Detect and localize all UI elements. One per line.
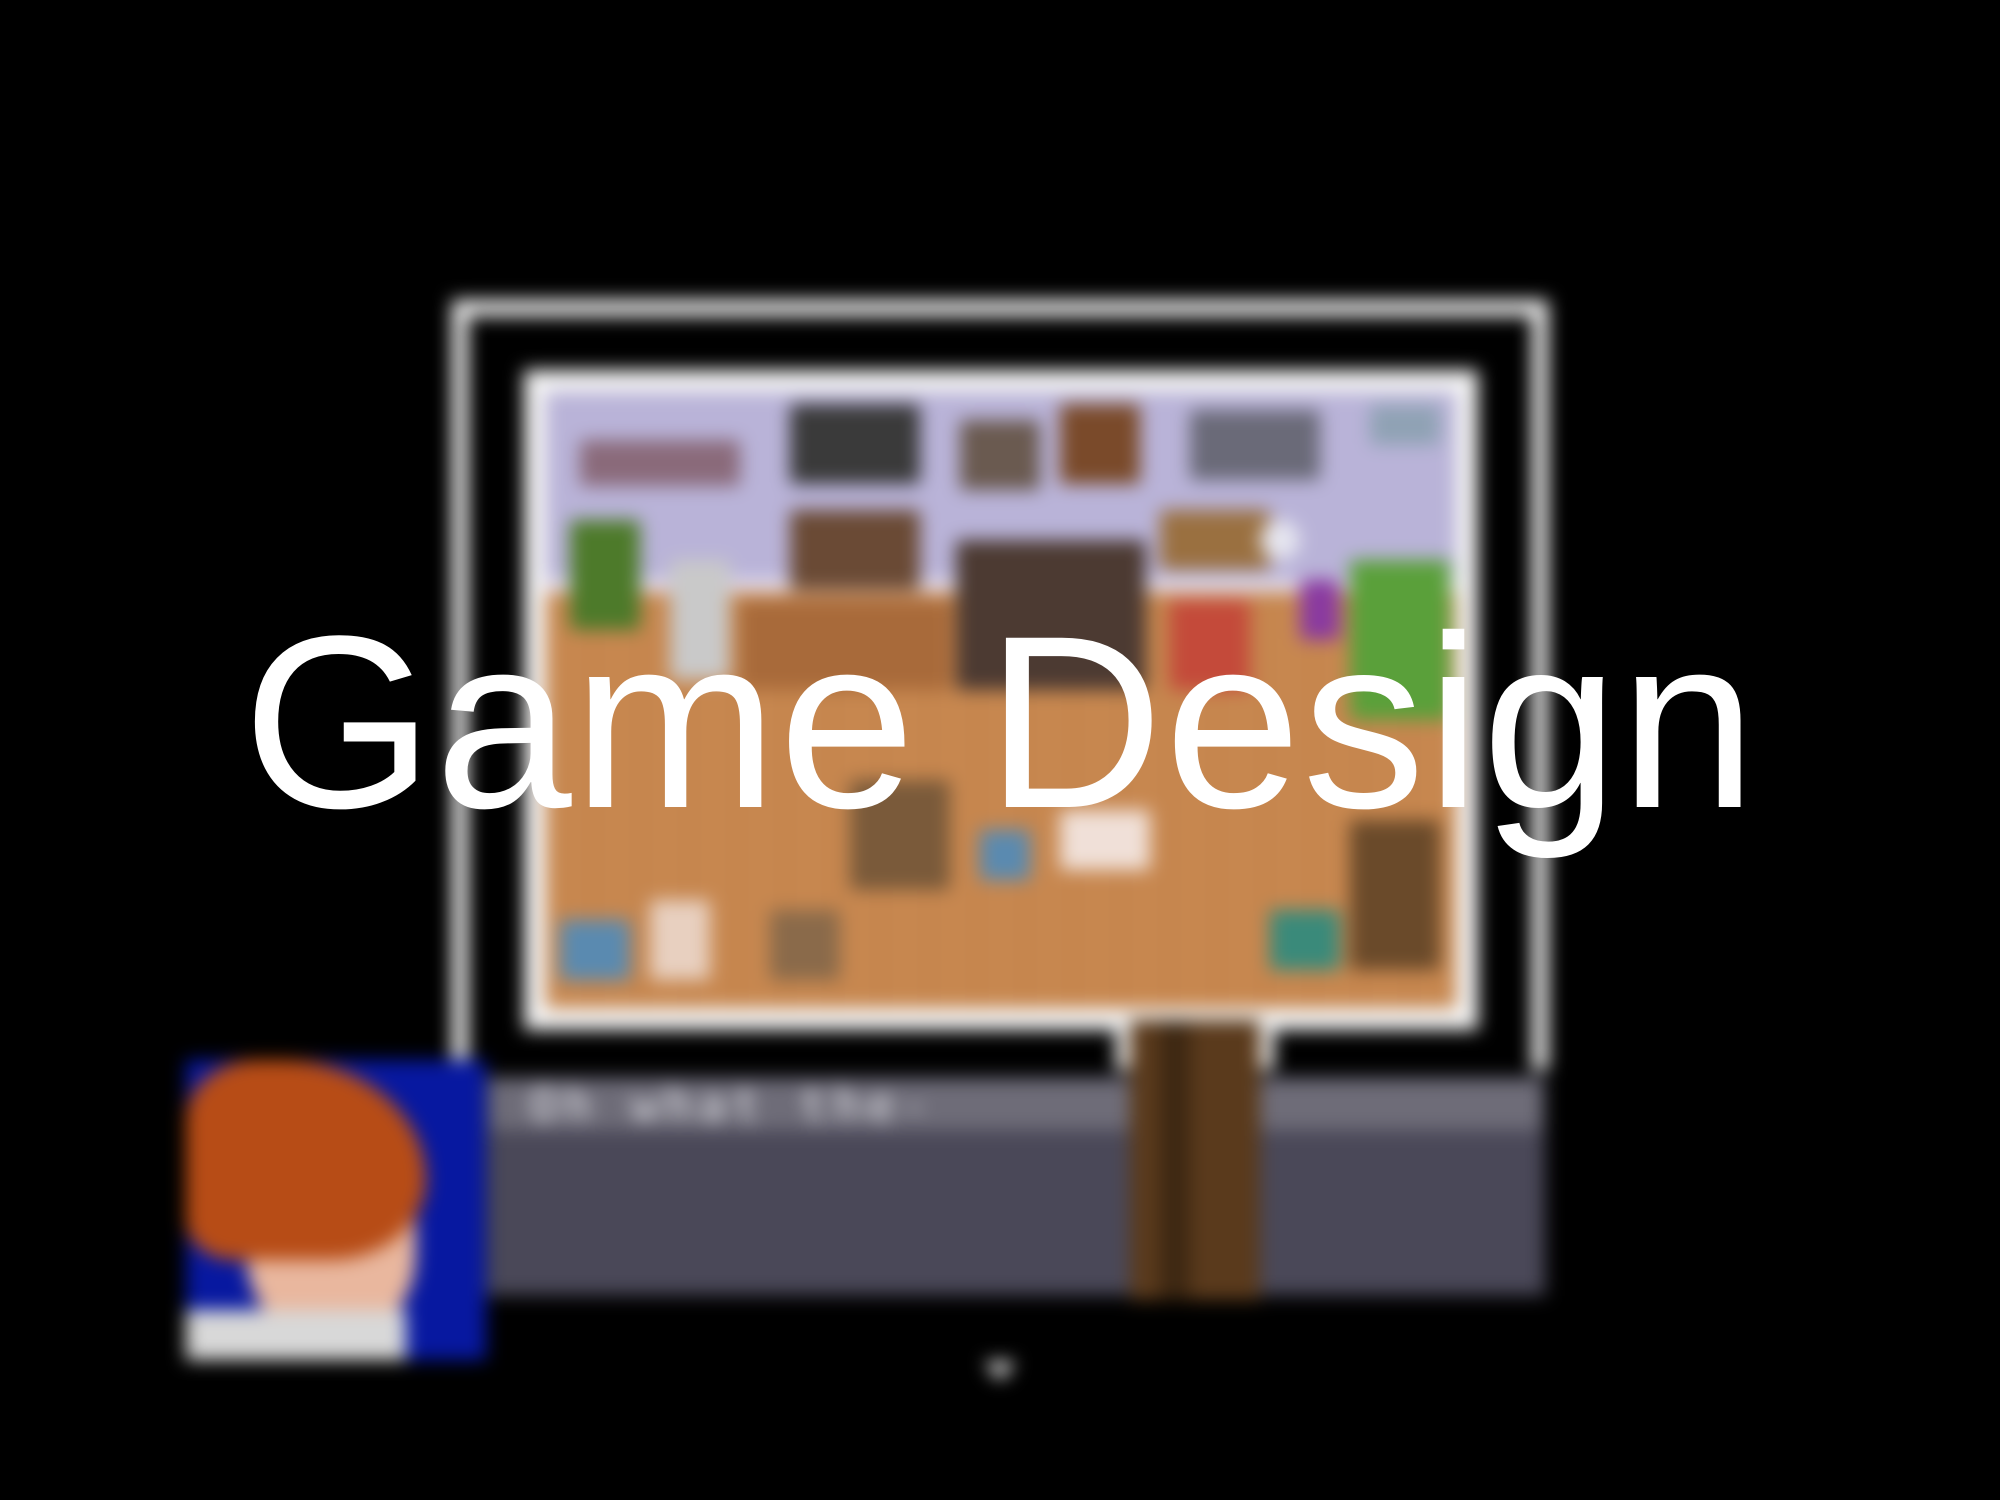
- wall-ornament: [960, 420, 1040, 490]
- wall-blades: [1190, 410, 1320, 480]
- doorway-shadow: [1160, 1020, 1190, 1300]
- weapon-rack: [790, 404, 920, 484]
- basket: [770, 910, 840, 980]
- lamp: [1260, 520, 1300, 560]
- dialogue-text: Oh what the-: [530, 1078, 935, 1132]
- bookcase: [790, 510, 920, 590]
- down-triangle-icon[interactable]: [984, 1362, 1016, 1380]
- floor-gem: [1270, 910, 1340, 970]
- headline-title: Game Design: [242, 585, 1758, 860]
- floor-boots: [560, 920, 630, 980]
- door-post-right: [1258, 1010, 1274, 1070]
- character-portrait: [186, 1060, 486, 1360]
- doorway-path: [1130, 1020, 1260, 1300]
- floor-book: [650, 900, 710, 980]
- wall-shelf-left: [580, 440, 740, 486]
- portrait-hair: [186, 1060, 426, 1260]
- small-shelf: [1160, 510, 1270, 570]
- wall-trinket: [1370, 405, 1440, 445]
- wall-torches: [1060, 404, 1140, 484]
- portrait-shirt: [186, 1310, 406, 1360]
